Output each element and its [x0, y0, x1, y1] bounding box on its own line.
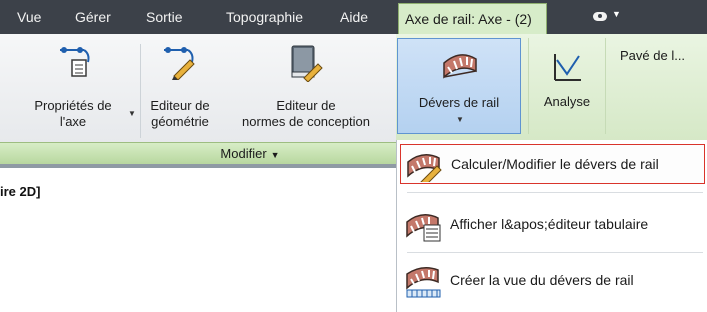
menu-item-tabular-editor[interactable]: Afficher l&apos;éditeur tabulaire [400, 205, 705, 245]
modifier-group-text: Modifier [220, 146, 267, 161]
rail-cant-table-icon [406, 214, 441, 242]
chevron-down-icon: ▼ [612, 9, 621, 19]
view-title: ire 2D] [0, 184, 41, 199]
menu-vue[interactable]: Vue [17, 0, 41, 34]
alignment-properties-button[interactable]: Propriétés de l'axe ▼ [14, 40, 136, 140]
alignment-properties-icon [60, 47, 90, 77]
menu-gerer[interactable]: Gérer [75, 0, 111, 34]
analysis-icon [554, 54, 581, 81]
rail-cant-view-icon [406, 267, 441, 298]
design-criteria-editor-button[interactable]: Editeur de normes de conception [222, 40, 390, 140]
pave-button-label[interactable]: Pavé de l... [620, 48, 685, 63]
geometry-editor-icon [164, 47, 195, 80]
ribbon-group-bar: Modifier ▼ [0, 142, 400, 165]
geometry-editor-label-1: Editeur de [150, 98, 210, 113]
menu-sortie[interactable]: Sortie [146, 0, 183, 34]
chevron-down-icon: ▼ [128, 109, 136, 118]
chevron-down-icon: ▼ [456, 115, 464, 124]
alignment-properties-label-1: Propriétés de [34, 98, 112, 113]
design-criteria-editor-icon [291, 45, 323, 82]
rail-cant-edit-icon [407, 154, 442, 182]
design-criteria-editor-label-2: normes de conception [242, 114, 370, 129]
view-title-strip [0, 164, 400, 168]
menu-topographie[interactable]: Topographie [226, 0, 303, 34]
menu-separator [407, 192, 703, 193]
menu-item-tabular-editor-label: Afficher l&apos;éditeur tabulaire [450, 216, 649, 232]
analysis-label: Analyse [543, 94, 591, 109]
rail-cant-icon [443, 54, 477, 79]
chevron-down-icon: ▼ [270, 150, 280, 160]
rail-cant-label: Dévers de rail [418, 95, 500, 110]
menu-item-calculate-cant-label: Calculer/Modifier le dévers de rail [451, 156, 659, 172]
menu-item-create-cant-view[interactable]: Créer la vue du dévers de rail [400, 261, 705, 301]
menu-item-create-cant-view-label: Créer la vue du dévers de rail [450, 272, 634, 288]
geometry-editor-button[interactable]: Editeur de géométrie [140, 40, 220, 140]
menu-separator [407, 252, 703, 253]
alignment-properties-label-2: l'axe [59, 114, 87, 129]
cloud-icon [593, 12, 607, 21]
design-criteria-editor-label-1: Editeur de [276, 98, 336, 113]
analysis-button[interactable]: Analyse [528, 38, 606, 134]
menu-item-calculate-cant[interactable]: Calculer/Modifier le dévers de rail [400, 144, 705, 184]
rail-cant-button[interactable]: Dévers de rail ▼ [397, 38, 521, 134]
menu-bar: Vue Gérer Sortie Topographie Aide Axe de… [0, 0, 707, 34]
geometry-editor-label-2: géométrie [151, 114, 209, 129]
tab-axe-de-rail[interactable]: Axe de rail: Axe - (2) [398, 3, 547, 34]
extension-button[interactable]: ▼ [589, 8, 623, 26]
menu-aide[interactable]: Aide [340, 0, 368, 34]
rail-cant-dropdown: Calculer/Modifier le dévers de rail Affi… [396, 140, 707, 312]
